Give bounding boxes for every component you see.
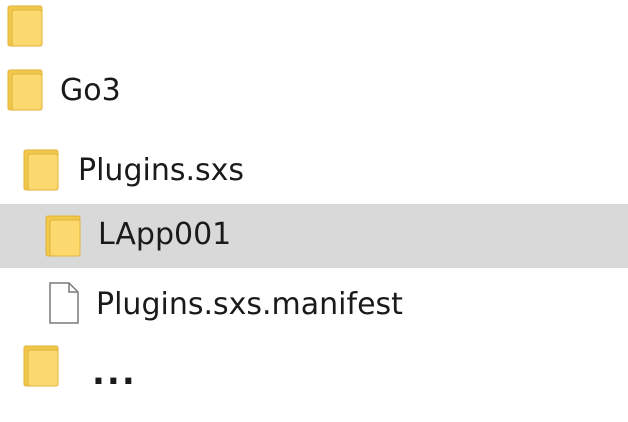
tree-item-label: ... bbox=[92, 353, 137, 393]
tree-item-unnamed-folder[interactable] bbox=[0, 0, 628, 64]
folder-icon bbox=[7, 5, 43, 47]
tree-item-lapp001[interactable]: LApp001 bbox=[0, 204, 628, 268]
tree-item-plugins-sxs[interactable]: Plugins.sxs bbox=[0, 138, 628, 202]
tree-item-label: Plugins.sxs bbox=[78, 153, 245, 188]
file-icon bbox=[49, 282, 79, 324]
tree-item-more[interactable]: ... bbox=[0, 340, 628, 404]
folder-icon bbox=[23, 345, 59, 387]
folder-icon bbox=[7, 69, 43, 111]
folder-icon bbox=[23, 149, 59, 191]
folder-tree: Go3 Plugins.sxs LApp001 Plugins.sxs.mani… bbox=[0, 0, 628, 422]
tree-item-go3[interactable]: Go3 bbox=[0, 60, 628, 124]
tree-item-label: LApp001 bbox=[98, 217, 232, 252]
tree-item-label: Plugins.sxs.manifest bbox=[96, 287, 403, 322]
tree-item-label: Go3 bbox=[60, 73, 121, 108]
tree-item-plugins-sxs-manifest[interactable]: Plugins.sxs.manifest bbox=[0, 272, 628, 336]
folder-icon bbox=[45, 215, 81, 257]
